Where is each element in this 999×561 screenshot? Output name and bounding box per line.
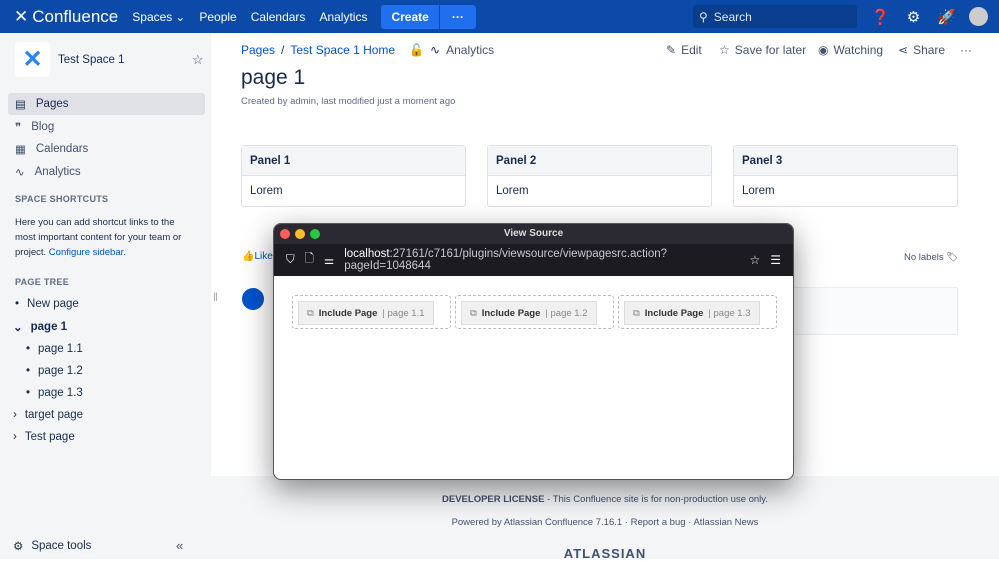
- chevron-down-icon: ⌄: [175, 9, 186, 24]
- tree-item-current[interactable]: ⌄ page 1: [13, 320, 67, 334]
- nav-people[interactable]: People: [199, 10, 236, 24]
- chevron-right-icon[interactable]: ›: [13, 409, 17, 421]
- shortcuts-text: Here you can add shortcut links to the m…: [15, 217, 182, 258]
- url-bar[interactable]: ⛉ 🗋 ⚌ localhost:27161/c7161/plugins/viewso…: [280, 248, 740, 272]
- nav-spaces[interactable]: Spaces ⌄: [132, 10, 185, 24]
- avatar[interactable]: [969, 7, 988, 26]
- tree-item[interactable]: • New page: [15, 298, 79, 310]
- comment-box[interactable]: [790, 287, 958, 335]
- minimize-window-button[interactable]: [295, 229, 305, 239]
- footer-links: Powered by Atlassian Confluence 7.16.1 ·…: [451, 517, 759, 528]
- chevron-down-icon[interactable]: ⌄: [13, 320, 23, 334]
- analytics-icon: ∿: [15, 167, 25, 179]
- notifications-icon[interactable]: 🚀: [937, 7, 956, 26]
- atlassian-news-link[interactable]: Atlassian News: [693, 517, 758, 528]
- share-icon: ⋖: [898, 43, 909, 57]
- labels[interactable]: No labels 🏷: [904, 252, 958, 263]
- sidebar-item-pages[interactable]: ▤ Pages: [8, 93, 205, 115]
- page-tree-header: PAGE TREE: [15, 277, 70, 287]
- chevron-right-icon[interactable]: ›: [13, 431, 17, 443]
- like-button[interactable]: 👍Like: [242, 251, 273, 262]
- license-text: DEVELOPER LICENSE - This Confluence site…: [442, 494, 768, 505]
- include-page-icon: ⧉: [307, 307, 314, 319]
- pencil-icon: ✎: [666, 43, 677, 57]
- tree-item[interactable]: • page 1.1: [26, 343, 83, 355]
- bookmark-star-icon[interactable]: ☆: [749, 253, 760, 267]
- include-page-macro: ⧉ Include Page | page 1.3: [618, 295, 777, 329]
- sidebar-item-analytics[interactable]: ∿ Analytics: [8, 161, 205, 183]
- more-actions-icon[interactable]: ···: [960, 43, 972, 57]
- star-icon: ☆: [719, 43, 730, 57]
- user-avatar: [242, 288, 264, 310]
- page-metadata: Created by admin, last modified just a m…: [241, 96, 456, 107]
- create-button[interactable]: Create: [381, 5, 438, 29]
- tree-item[interactable]: • page 1.2: [26, 365, 83, 377]
- breadcrumb-pages[interactable]: Pages: [241, 43, 275, 57]
- zoom-window-button[interactable]: [310, 229, 320, 239]
- nav-calendars[interactable]: Calendars: [251, 10, 306, 24]
- tag-icon: 🏷: [946, 252, 959, 263]
- include-page-macro: ⧉ Include Page | page 1.1: [292, 295, 451, 329]
- search-icon: ⚲: [699, 9, 708, 24]
- watching-button[interactable]: ◉ Watching: [818, 43, 883, 57]
- tree-item[interactable]: › Test page: [13, 431, 75, 443]
- quote-icon: ❞: [15, 122, 22, 134]
- gear-icon: ⚙: [13, 541, 24, 553]
- space-logo-icon: ✕: [22, 46, 43, 73]
- configure-sidebar-link[interactable]: Configure sidebar.: [49, 247, 126, 258]
- panel: Panel 1 Lorem: [241, 145, 466, 207]
- space-name[interactable]: Test Space 1: [58, 54, 124, 66]
- shield-icon[interactable]: ⛉: [286, 254, 295, 267]
- include-page-icon: ⧉: [470, 307, 477, 319]
- star-icon[interactable]: ☆: [192, 52, 204, 68]
- view-source-window: View Source ⛉ 🗋 ⚌ localhost:27161/c7161/pl…: [273, 223, 794, 480]
- menu-icon[interactable]: ☰: [770, 253, 781, 267]
- collapse-sidebar-icon[interactable]: «: [176, 538, 183, 553]
- thumbs-up-icon: 👍: [242, 251, 255, 262]
- calendar-icon: ▦: [15, 144, 26, 156]
- analytics-icon: ∿: [430, 43, 441, 57]
- tree-item[interactable]: • page 1.3: [26, 387, 83, 399]
- page-icon: 🗋: [304, 252, 314, 265]
- sidebar-item-blog[interactable]: ❞ Blog: [8, 116, 205, 138]
- panel: Panel 2 Lorem: [487, 145, 712, 207]
- analytics-link[interactable]: Analytics: [446, 43, 494, 57]
- pages-icon: ▤: [15, 99, 26, 111]
- create-more-button[interactable]: ···: [438, 4, 476, 29]
- footer: DEVELOPER LICENSE - This Confluence site…: [211, 476, 999, 561]
- space-logo[interactable]: ✕: [15, 42, 50, 77]
- shortcuts-header: SPACE SHORTCUTS: [15, 194, 109, 204]
- window-titlebar[interactable]: View Source: [274, 224, 793, 244]
- search-input[interactable]: ⚲ Search: [693, 5, 857, 28]
- confluence-logo[interactable]: ✕ Confluence: [14, 7, 118, 27]
- include-page-macro: ⧉ Include Page | page 1.2: [455, 295, 614, 329]
- tree-item[interactable]: › target page: [13, 409, 83, 421]
- close-window-button[interactable]: [280, 229, 290, 239]
- share-button[interactable]: ⋖ Share: [898, 43, 945, 57]
- gear-icon[interactable]: ⚙: [904, 7, 923, 26]
- sidebar-item-calendars[interactable]: ▦ Calendars: [8, 138, 205, 160]
- include-page-icon: ⧉: [633, 307, 640, 319]
- confluence-icon: ✕: [14, 6, 29, 26]
- breadcrumb: Pages / Test Space 1 Home 🔓 ∿ Analytics: [241, 43, 495, 57]
- save-for-later-button[interactable]: ☆ Save for later: [719, 43, 806, 57]
- page-title: page 1: [241, 66, 306, 89]
- nav-analytics[interactable]: Analytics: [319, 10, 367, 24]
- unlock-icon[interactable]: 🔓: [409, 43, 424, 57]
- eye-icon: ◉: [818, 43, 829, 57]
- top-navigation: ✕ Confluence Spaces ⌄ People Calendars Ana…: [0, 0, 999, 33]
- sidebar-resize-handle[interactable]: ‖: [213, 290, 218, 304]
- breadcrumb-space-home[interactable]: Test Space 1 Home: [290, 43, 395, 57]
- edit-button[interactable]: ✎ Edit: [666, 43, 702, 57]
- permissions-icon[interactable]: ⚌: [324, 253, 334, 267]
- report-bug-link[interactable]: Report a bug: [631, 517, 686, 528]
- help-icon[interactable]: ❓: [871, 7, 890, 26]
- panel: Panel 3 Lorem: [733, 145, 958, 207]
- space-tools-button[interactable]: ⚙ Space tools: [13, 539, 91, 553]
